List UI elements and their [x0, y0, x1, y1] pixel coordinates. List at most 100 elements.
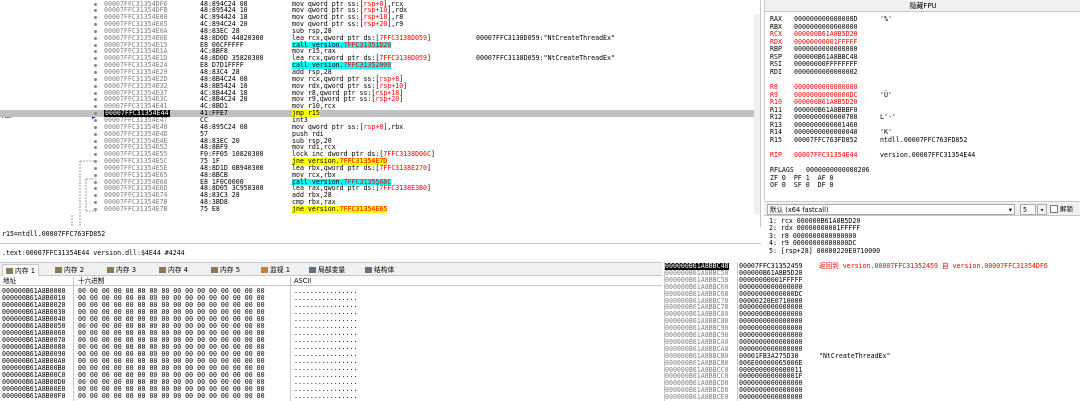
register-value[interactable]: 0000000000000002: [794, 68, 880, 77]
dump-header-address: 地址: [3, 277, 17, 285]
breakpoint-marker[interactable]: [94, 57, 97, 61]
breakpoint-marker[interactable]: [94, 50, 97, 54]
call-convention-select[interactable]: 默认 (x64 fastcall) ▾: [767, 204, 1015, 215]
breakpoint-marker[interactable]: [94, 201, 97, 205]
tab-内存-5[interactable]: 内存 5: [208, 264, 243, 276]
breakpoint-marker[interactable]: [94, 16, 97, 20]
hide-fpu-button[interactable]: 隐藏FPU: [765, 0, 1080, 12]
breakpoint-marker[interactable]: [94, 84, 97, 88]
struct-icon: [365, 267, 372, 273]
dump-hex: 00 00 00 00 00 00 00 00 00 00 00 00 00 0…: [78, 392, 265, 401]
tab-局部变量[interactable]: 局部变量: [306, 264, 348, 276]
dump-header: 地址 十六进制 ASCII: [0, 277, 662, 286]
tab-内存-4[interactable]: 内存 4: [156, 264, 191, 276]
dump-tab-bar: 内存 1 内存 2 内存 3 内存 4 内存 5 监视 1 局部变量 结构体: [0, 262, 662, 276]
breakpoint-marker[interactable]: [94, 153, 97, 157]
register-row[interactable]: RIP 00007FFC31354E44 version.00007FFC31354…: [770, 150, 976, 160]
unlock-checkbox[interactable]: [1050, 205, 1058, 213]
tab-结构体[interactable]: 结构体: [362, 264, 397, 276]
register-comment: '%': [880, 15, 892, 23]
dump-address: 000000B61A8B00F0: [2, 392, 66, 401]
breakpoint-marker[interactable]: [94, 118, 97, 122]
locals-icon: [309, 267, 316, 273]
breakpoint-marker[interactable]: [94, 187, 97, 191]
call-args-list[interactable]: 1: rcx 000000B61A8B5D20 2: rdx 0000000000…: [764, 217, 1080, 260]
tab-label: 监视 1: [270, 266, 291, 274]
register-row[interactable]: OF 0 SF 0 DF 0: [770, 182, 890, 190]
breakpoint-marker[interactable]: [94, 208, 97, 211]
breakpoint-marker[interactable]: [94, 139, 97, 143]
dump-header-hex: 十六进制: [78, 277, 105, 285]
stack-divider: [737, 262, 738, 401]
register-name: RIP: [770, 150, 782, 159]
instruction-comment: 00007FFC3138D059:"NtCreateThreadEx": [476, 54, 615, 63]
tab-内存-2[interactable]: 内存 2: [52, 264, 87, 276]
breakpoint-marker[interactable]: [94, 132, 97, 136]
register-name: R15: [770, 135, 782, 144]
info-line-operand: r15=ntdll.00007FFC763FD852: [2, 230, 106, 238]
breakpoint-marker[interactable]: [94, 166, 97, 170]
stack-view[interactable]: 000000B61A8BBC48 00007FFC31352459 返回到 vers…: [664, 262, 1080, 401]
instruction-text: jne version.7FFC31354E65: [292, 205, 388, 213]
breakpoint-marker[interactable]: [94, 36, 97, 40]
stack-address: 000000B61A8BBCE0: [665, 393, 729, 401]
register-comment: ntdll.00007FFC763FD852: [880, 135, 968, 144]
breakpoint-marker[interactable]: [94, 194, 97, 198]
arg-count-spinner[interactable]: ▾: [1037, 204, 1047, 215]
register-comment: L'·': [880, 113, 896, 122]
breakpoint-marker[interactable]: [94, 2, 97, 6]
breakpoint-marker[interactable]: [94, 29, 97, 33]
breakpoint-marker[interactable]: [94, 125, 97, 129]
unlock-label: 解锁: [1060, 205, 1073, 213]
arg-count-input[interactable]: 5: [1020, 204, 1036, 215]
register-value[interactable]: 00007FFC763FD852: [794, 136, 880, 145]
breakpoint-marker[interactable]: [94, 43, 97, 47]
breakpoint-marker[interactable]: [94, 23, 97, 27]
chevron-down-icon: ▾: [1008, 206, 1012, 214]
breakpoint-marker[interactable]: [94, 146, 97, 150]
breakpoint-marker[interactable]: [94, 71, 97, 74]
register-name: OF 0 SF 0 DF 0: [770, 181, 834, 190]
breakpoint-marker[interactable]: [94, 64, 97, 68]
instruction-comment: 00007FFC3138D059:"NtCreateThreadEx": [476, 33, 615, 42]
tab-监视-1[interactable]: 监视 1: [258, 264, 293, 276]
breakpoint-marker[interactable]: [94, 180, 97, 184]
disasm-scrollbar[interactable]: [754, 14, 760, 214]
breakpoint-marker[interactable]: [94, 112, 97, 116]
tab-label: 内存 1: [15, 267, 36, 275]
stack-comment: 返回到 version.00007FFC31352459 自 version.0…: [819, 262, 1048, 270]
registers-panel[interactable]: 隐藏FPU RAX 000000000000008D '%' RBX 000000000…: [764, 0, 1080, 200]
call-arg-row[interactable]: 5: [rsp+28] 00000220E0710000: [769, 247, 880, 255]
tab-内存-1[interactable]: 内存 1: [2, 264, 40, 276]
tab-label: 内存 2: [64, 266, 85, 274]
breakpoint-marker[interactable]: [94, 173, 97, 177]
register-row[interactable]: R15 00007FFC763FD852 ntdll.00007FFC763FD85…: [770, 135, 968, 145]
register-name: RDI: [770, 67, 782, 76]
tab-内存-3[interactable]: 内存 3: [104, 264, 139, 276]
info-separator: [0, 243, 761, 244]
register-row[interactable]: RDI 0000000000000002: [770, 67, 880, 77]
register-comment: version.00007FFC31354E44: [880, 150, 976, 159]
memory-icon: [159, 267, 166, 273]
watch-icon: [261, 267, 268, 273]
breakpoint-marker[interactable]: [94, 98, 97, 102]
breakpoint-marker[interactable]: [94, 91, 97, 95]
dump-divider: [290, 277, 291, 401]
tab-label: 局部变量: [318, 266, 346, 274]
breakpoint-marker[interactable]: [94, 160, 97, 164]
breakpoint-marker[interactable]: [94, 105, 97, 109]
disassembly-view[interactable]: RIP 00007FFC31354DF648:894C24 08mov qwor…: [0, 0, 761, 227]
memory-dump-view[interactable]: 地址 十六进制 ASCII 000000B61A8B0000 00 00 00 0…: [0, 277, 662, 401]
call-convention-value: 默认 (x64 fastcall): [770, 206, 829, 214]
breakpoint-marker[interactable]: [94, 77, 97, 81]
memory-icon: [107, 267, 114, 273]
register-value[interactable]: 00007FFC31354E44: [794, 151, 880, 160]
breakpoint-marker[interactable]: [94, 9, 97, 13]
tab-label: 结构体: [374, 266, 395, 274]
stack-value: 0000000000000000: [739, 393, 803, 401]
memory-icon: [6, 268, 13, 274]
dump-ascii: ................: [294, 392, 358, 401]
disasm-row[interactable]: 00007FFC31354E7B 75 E8 jne version.7FFC313…: [0, 205, 760, 213]
dump-header-ascii: ASCII: [294, 277, 312, 285]
register-comment: 'Ü': [880, 90, 892, 99]
